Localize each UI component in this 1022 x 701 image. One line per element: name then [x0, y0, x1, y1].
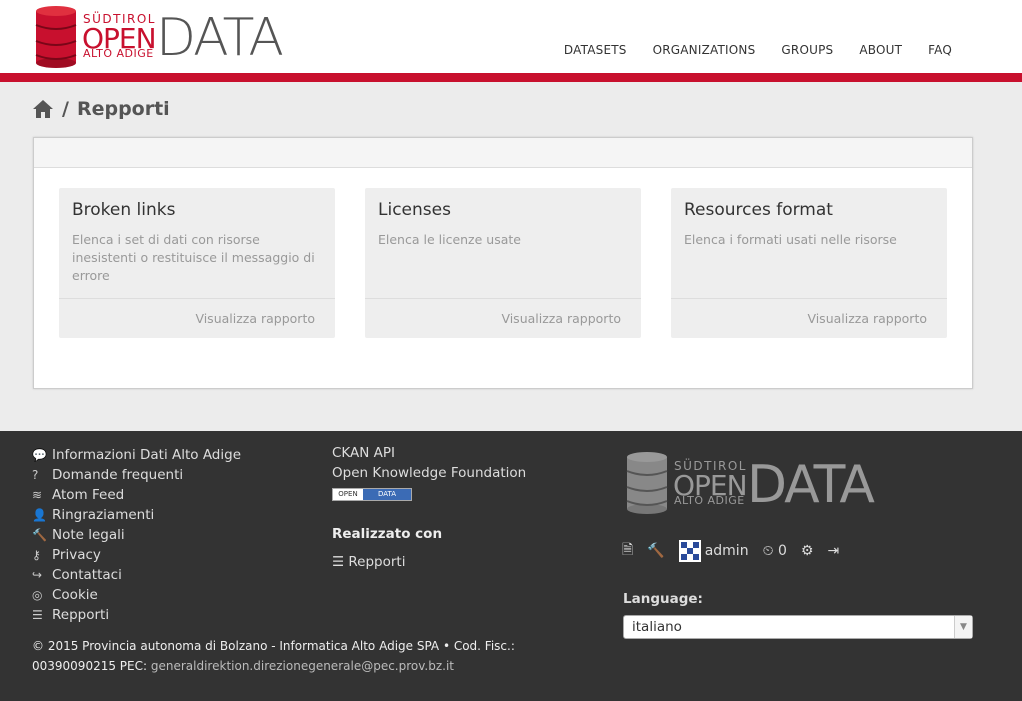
report-card-resources-format: Resources format Elenca i formati usati … — [671, 188, 947, 338]
badge-open: OPEN — [333, 489, 363, 500]
site-header: SÜDTIROL OPEN ALTO ADIGE DATA DATASETS O… — [0, 0, 1022, 82]
home-icon[interactable] — [32, 99, 54, 119]
footer-link-label: Informazioni Dati Alto Adige — [52, 447, 242, 463]
logo-data: DATA — [747, 455, 875, 515]
panel-header — [34, 138, 972, 168]
comment-icon: 💬 — [32, 448, 47, 462]
footer-link-label: Ringraziamenti — [52, 507, 155, 523]
card-title: Broken links — [72, 200, 176, 220]
gavel-icon: 🔨 — [32, 528, 47, 542]
footer-link-privacy[interactable]: ⚷ Privacy — [32, 545, 241, 565]
footer-link-label: Privacy — [52, 547, 101, 563]
nav-datasets[interactable]: DATASETS — [564, 43, 627, 57]
dashboard-link[interactable]: ⏲ 0 — [763, 543, 787, 559]
logo-alto-adige: ALTO ADIGE — [674, 494, 745, 507]
header-accent-bar — [0, 73, 1022, 82]
main-nav: DATASETS ORGANIZATIONS GROUPS ABOUT FAQ — [564, 43, 952, 57]
view-report-link[interactable]: Visualizza rapporto — [807, 311, 927, 326]
nav-organizations[interactable]: ORGANIZATIONS — [653, 43, 756, 57]
user-link[interactable]: admin — [678, 540, 749, 562]
wrench-icon[interactable]: 🔨 — [647, 543, 664, 559]
user-icon: 👤 — [32, 508, 47, 522]
database-logo-icon — [626, 452, 668, 514]
user-toolbar: 🗎 🔨 admin ⏲ 0 ⚙ ⇥ — [622, 539, 839, 563]
breadcrumb-current[interactable]: Repporti — [77, 98, 170, 120]
view-report-link[interactable]: Visualizza rapporto — [195, 311, 315, 326]
footer-links: 💬 Informazioni Dati Alto Adige ? Domande f… — [32, 445, 241, 625]
footer-link-thanks[interactable]: 👤 Ringraziamenti — [32, 505, 241, 525]
list-icon: ☰ — [32, 608, 43, 622]
card-description: Elenca le licenze usate — [378, 232, 521, 247]
card-title: Resources format — [684, 200, 833, 220]
footer-middle: CKAN API Open Knowledge Foundation OPEN … — [332, 445, 526, 570]
language-label: Language: — [623, 591, 703, 607]
copyright: © 2015 Provincia autonoma di Bolzano - I… — [32, 636, 552, 676]
site-footer: 💬 Informazioni Dati Alto Adige ? Domande f… — [0, 431, 1022, 701]
footer-link-label: Note legali — [52, 527, 125, 543]
card-description: Elenca i formati usati nelle risorse — [684, 232, 897, 247]
list-icon: ☰ — [332, 554, 349, 570]
card-description: Elenca i set di dati con risorse inesist… — [72, 232, 315, 283]
card-footer: Visualizza rapporto — [59, 298, 335, 338]
reports-link-label: Repporti — [348, 554, 406, 570]
badge-data: DATA — [363, 489, 411, 500]
report-card-licenses: Licenses Elenca le licenze usate Visuali… — [365, 188, 641, 338]
language-value: italiano — [632, 619, 682, 635]
card-footer: Visualizza rapporto — [671, 298, 947, 338]
pec-email-link[interactable]: generaldirektion.direzionegenerale@pec.p… — [151, 659, 454, 673]
ckan-api-link[interactable]: CKAN API — [332, 445, 526, 465]
footer-link-atom[interactable]: ≋ Atom Feed — [32, 485, 241, 505]
footer-link-label: Domande frequenti — [52, 467, 184, 483]
question-icon: ? — [32, 468, 39, 482]
dashboard-icon: ⏲ — [762, 543, 778, 559]
footer-link-faq[interactable]: ? Domande frequenti — [32, 465, 241, 485]
reports-link[interactable]: ☰ Repporti — [332, 554, 526, 570]
footer-link-label: Contattaci — [52, 567, 122, 583]
okf-link[interactable]: Open Knowledge Foundation — [332, 465, 526, 485]
language-select[interactable]: italiano ▼ — [623, 615, 973, 639]
share-icon: ↪ — [32, 568, 43, 582]
logout-icon[interactable]: ⇥ — [827, 543, 839, 559]
view-report-link[interactable]: Visualizza rapporto — [501, 311, 621, 326]
breadcrumb: / Repporti — [32, 98, 170, 120]
footer-link-label: Atom Feed — [52, 487, 125, 503]
logo-data: DATA — [156, 8, 284, 68]
notification-count: 0 — [777, 543, 787, 559]
nav-about[interactable]: ABOUT — [859, 43, 902, 57]
footer-link-label: Repporti — [52, 607, 110, 623]
username: admin — [704, 543, 749, 559]
footer-link-info[interactable]: 💬 Informazioni Dati Alto Adige — [32, 445, 241, 465]
footer-logo: SÜDTIROL OPEN ALTO ADIGE DATA — [626, 451, 886, 515]
breadcrumb-separator: / — [62, 98, 69, 120]
rss-icon: ≋ — [32, 488, 43, 502]
open-data-badge[interactable]: OPEN DATA — [332, 488, 412, 501]
reports-panel: Broken links Elenca i set di dati con ri… — [33, 137, 973, 389]
footer-link-legal[interactable]: 🔨 Note legali — [32, 525, 241, 545]
nav-faq[interactable]: FAQ — [928, 43, 952, 57]
cookie-icon: ◎ — [32, 588, 43, 602]
footer-link-label: Cookie — [52, 587, 98, 603]
card-title: Licenses — [378, 200, 451, 220]
avatar — [678, 540, 701, 562]
footer-link-contact[interactable]: ↪ Contattaci — [32, 565, 241, 585]
report-card-broken-links: Broken links Elenca i set di dati con ri… — [59, 188, 335, 338]
nav-groups[interactable]: GROUPS — [781, 43, 833, 57]
key-icon: ⚷ — [32, 548, 41, 562]
footer-link-cookie[interactable]: ◎ Cookie — [32, 585, 241, 605]
chevron-down-icon[interactable]: ▼ — [954, 616, 972, 638]
gear-icon[interactable]: ⚙ — [801, 543, 814, 559]
database-logo-icon — [35, 6, 77, 68]
card-footer: Visualizza rapporto — [365, 298, 641, 338]
made-with-heading: Realizzato con — [332, 526, 443, 542]
footer-link-reports[interactable]: ☰ Repporti — [32, 605, 241, 625]
logo-alto-adige: ALTO ADIGE — [83, 47, 154, 60]
site-logo[interactable]: SÜDTIROL OPEN ALTO ADIGE DATA — [35, 4, 285, 70]
document-icon[interactable]: 🗎 — [622, 539, 633, 563]
